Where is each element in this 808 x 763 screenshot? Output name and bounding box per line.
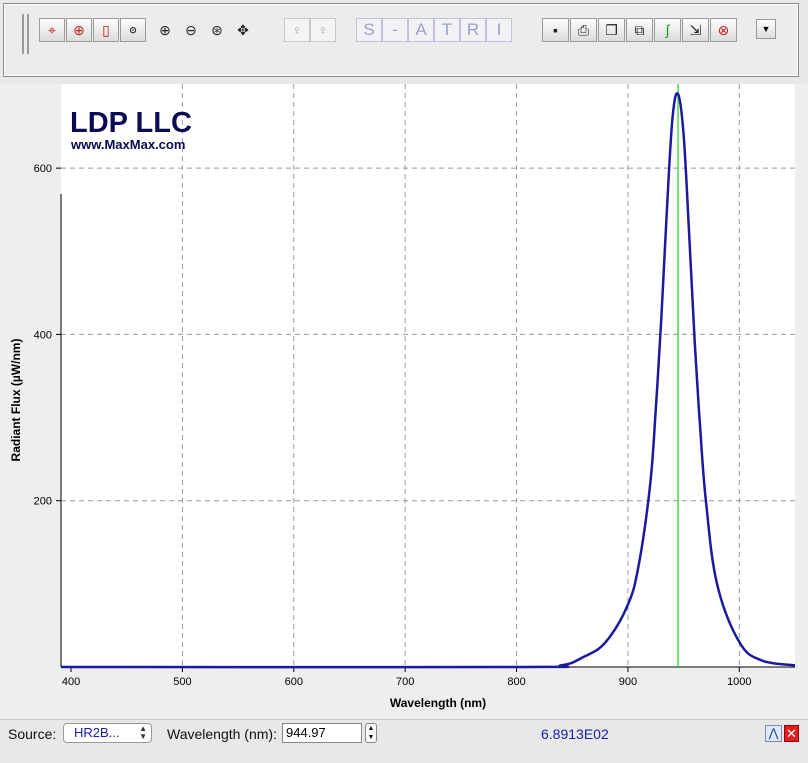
bulb-tools: ♀ ♀	[284, 18, 336, 42]
x-axis-label: Wavelength (nm)	[390, 696, 486, 710]
spectrum-chart[interactable]: LDP LLC www.MaxMax.com 400 500 600 700 800 90…	[0, 84, 808, 718]
x-tick-label: 900	[619, 676, 637, 688]
bulb-off-icon[interactable]: ♀	[284, 18, 310, 42]
toolbar: ⌖ ⊕ ▯ ⊙ ⊕ ⊖ ⊛ ✥ ♀ ♀ S-ATRI ▪ ⎙ ❐ ⧉ ∫ ⇲ ⊗…	[3, 3, 799, 77]
zoom-tools: ⊕ ⊖ ⊛ ✥	[152, 18, 256, 42]
delete-icon[interactable]: ⊗	[710, 18, 737, 42]
status-bar: Source: HR2B... ▲ ▼ Wavelength (nm): 944.…	[0, 719, 808, 763]
y-axis-label: Radiant Flux (µW/nm)	[9, 339, 23, 462]
vertical-cursor-icon[interactable]: ▯	[93, 18, 119, 42]
zoom-out-icon[interactable]: ⊖	[178, 18, 204, 42]
wavelength-label: Wavelength (nm):	[167, 726, 277, 742]
copy-all-icon[interactable]: ⧉	[626, 18, 653, 42]
toolbar-grip[interactable]	[27, 14, 29, 54]
flux-readout: 6.8913E02	[541, 726, 609, 742]
updown-arrows-icon: ▲ ▼	[139, 724, 147, 741]
mode-dash-button[interactable]: -	[382, 18, 408, 42]
chart-panel[interactable]: LDP LLC www.MaxMax.com 400 500 600 700 800 90…	[0, 84, 808, 718]
copy-icon[interactable]: ❐	[598, 18, 625, 42]
company-logo: LDP LLC www.MaxMax.com	[70, 107, 192, 152]
action-tools: ▪ ⎙ ❐ ⧉ ∫ ⇲ ⊗	[542, 18, 738, 42]
source-select[interactable]: HR2B... ▲ ▼	[63, 723, 152, 743]
mode-buttons: S-ATRI	[356, 18, 512, 42]
zoom-reset-icon[interactable]: ⊛	[204, 18, 230, 42]
source-value: HR2B...	[74, 725, 120, 740]
y-tick-label: 200	[34, 496, 52, 508]
logo-url: www.MaxMax.com	[70, 137, 185, 152]
x-tick-label: 1000	[727, 676, 751, 688]
bulb-on-icon[interactable]: ♀	[310, 18, 336, 42]
close-icon[interactable]: ✕	[784, 725, 799, 742]
peak-icon[interactable]: ⋀	[765, 725, 782, 742]
target-icon[interactable]: ⊕	[66, 18, 92, 42]
logo-title: LDP LLC	[70, 107, 192, 139]
x-tick-label: 700	[396, 676, 414, 688]
y-tick-label: 400	[34, 329, 52, 341]
selection-tools: ⌖ ⊕ ▯ ⊙	[39, 18, 147, 42]
x-tick-label: 400	[62, 676, 80, 688]
mode-i-button[interactable]: I	[486, 18, 512, 42]
x-tick-label: 800	[507, 676, 525, 688]
mode-s-button[interactable]: S	[356, 18, 382, 42]
pan-icon[interactable]: ✥	[230, 18, 256, 42]
mode-t-button[interactable]: T	[434, 18, 460, 42]
x-tick-label: 500	[173, 676, 191, 688]
export-icon[interactable]: ⇲	[682, 18, 709, 42]
curve-icon[interactable]: ∫	[654, 18, 681, 42]
crosshair-icon[interactable]: ⌖	[39, 18, 65, 42]
save-icon[interactable]: ▪	[542, 18, 569, 42]
source-label: Source:	[8, 726, 57, 742]
toolbar-menu-button[interactable]: ▼	[756, 19, 776, 39]
mode-r-button[interactable]: R	[460, 18, 486, 42]
x-tick-label: 600	[285, 676, 303, 688]
wavelength-input[interactable]: 944.97	[282, 723, 362, 743]
zoom-fit-icon[interactable]: ⊙	[120, 18, 146, 42]
zoom-in-icon[interactable]: ⊕	[152, 18, 178, 42]
toolbar-grip[interactable]	[22, 14, 24, 54]
y-tick-label: 600	[34, 163, 52, 175]
print-icon[interactable]: ⎙	[570, 18, 597, 42]
wavelength-stepper[interactable]: ▲ ▼	[365, 723, 377, 743]
chevron-down-icon: ▼	[761, 24, 771, 34]
mode-a-button[interactable]: A	[408, 18, 434, 42]
